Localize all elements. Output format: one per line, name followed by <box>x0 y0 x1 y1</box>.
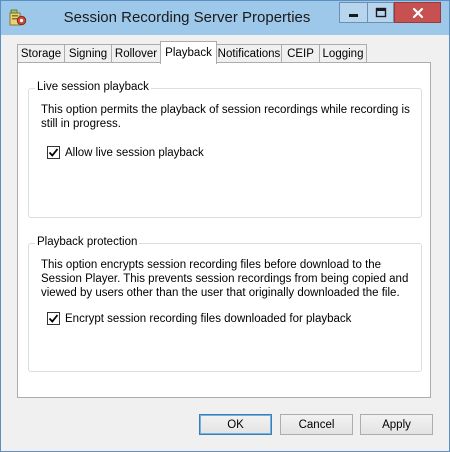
tab-logging[interactable]: Logging <box>319 44 367 63</box>
close-button[interactable] <box>394 2 441 23</box>
tab-storage[interactable]: Storage <box>17 44 65 63</box>
playback-protection-description: This option encrypts session recording f… <box>41 258 408 300</box>
tab-signing[interactable]: Signing <box>64 44 112 63</box>
playback-protection-group-label: Playback protection <box>35 236 140 248</box>
allow-live-playback-label: Allow live session playback <box>65 146 204 159</box>
tab-playback[interactable]: Playback <box>160 41 217 64</box>
tab-rollover[interactable]: Rollover <box>111 44 161 63</box>
playback-protection-group: Playback protection This option encrypts… <box>28 236 422 372</box>
allow-live-playback-checkbox-box[interactable] <box>47 146 60 159</box>
encrypt-playback-label: Encrypt session recording files download… <box>65 312 352 325</box>
minimize-icon <box>348 13 358 17</box>
maximize-icon <box>375 7 386 17</box>
live-playback-description-line: This option permits the playback of sess… <box>41 104 410 116</box>
playback-protection-description-line: viewed by users other than the user that… <box>41 287 400 299</box>
playback-tab-panel: Live session playback This option permit… <box>17 62 431 398</box>
dialog-client-area: Storage Signing Rollover Playback Notifi… <box>9 35 441 445</box>
checkmark-icon <box>48 314 59 323</box>
live-playback-group: Live session playback This option permit… <box>28 81 422 218</box>
encrypt-playback-checkbox-box[interactable] <box>47 312 60 325</box>
playback-protection-description-line: Session Player. This prevents session re… <box>41 273 409 285</box>
minimize-button[interactable] <box>339 2 367 23</box>
playback-protection-description-line: This option encrypts session recording f… <box>41 259 382 271</box>
live-playback-group-label: Live session playback <box>35 81 151 93</box>
live-playback-description: This option permits the playback of sess… <box>41 103 410 131</box>
close-icon <box>412 7 423 18</box>
apply-button[interactable]: Apply <box>360 414 433 435</box>
tab-ceip[interactable]: CEIP <box>281 44 320 63</box>
properties-window: Session Recording Server Properties Stor… <box>0 0 450 452</box>
encrypt-playback-checkbox[interactable]: Encrypt session recording files download… <box>47 312 351 325</box>
cancel-button[interactable]: Cancel <box>280 414 353 435</box>
allow-live-playback-checkbox[interactable]: Allow live session playback <box>47 146 204 159</box>
checkmark-icon <box>48 148 59 157</box>
ok-button[interactable]: OK <box>199 414 272 435</box>
live-playback-description-line: still in progress. <box>41 118 121 130</box>
maximize-button[interactable] <box>367 2 394 23</box>
title-bar[interactable]: Session Recording Server Properties <box>1 1 449 35</box>
tab-notifications[interactable]: Notifications <box>216 44 282 63</box>
